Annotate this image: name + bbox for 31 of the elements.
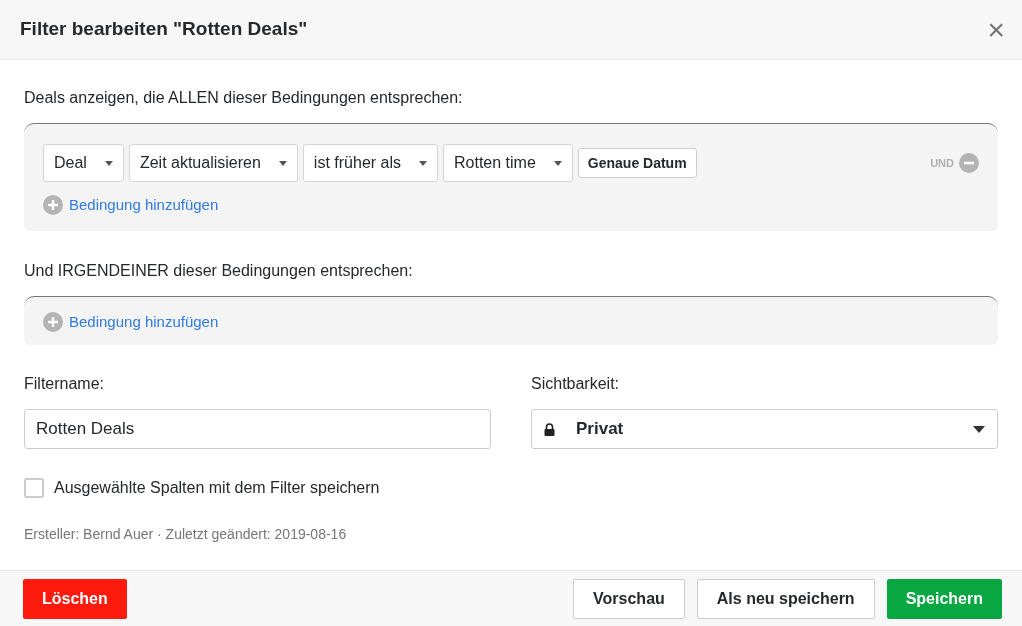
connector-label: UND (930, 155, 954, 171)
condition-select[interactable]: Rotten time (443, 144, 573, 182)
checkbox[interactable] (24, 478, 44, 498)
field-label: Filtername: (24, 374, 106, 394)
lock-icon (544, 422, 555, 436)
condition-select[interactable]: Zeit aktualisieren (128, 144, 298, 182)
remove-icon[interactable] (959, 153, 979, 173)
caret-icon (553, 160, 562, 166)
close-button[interactable]: × (987, 14, 1005, 45)
condition-select[interactable]: ist früher als (302, 144, 438, 182)
section-heading: Deals anzeigen, die ALLEN dieser Bedingungen entsprechen: (24, 88, 464, 108)
section-heading: Und IRGENDEINER dieser Bedingungen entsprechen: (24, 260, 414, 281)
caret-icon (973, 425, 985, 433)
plus-icon (43, 311, 63, 332)
exact-date-button[interactable]: Genaue Datum (577, 148, 697, 178)
checkbox-label: Ausgewählte Spalten mit dem Filter speichern (54, 478, 380, 498)
footer-button[interactable]: Als neu speichern (696, 578, 875, 619)
caret-icon (278, 160, 287, 166)
add-condition-link[interactable]: Bedingung hinzufügen (69, 194, 219, 217)
dialog-title: Filter bearbeiten "Rotten Deals" (20, 17, 308, 42)
visibility-select[interactable]: Privat (531, 409, 998, 449)
meta-info: Ersteller: Bernd Auer · Zuletzt geändert: 2019-08-16 (24, 525, 348, 544)
delete-button[interactable]: Löschen (23, 578, 127, 619)
caret-icon (104, 160, 113, 166)
caret-icon (419, 160, 427, 166)
plus-icon (43, 195, 63, 216)
footer-button[interactable]: Vorschau (573, 578, 685, 619)
filter-name-field[interactable]: Rotten Deals (24, 409, 491, 449)
condition-select[interactable]: Deal (43, 144, 124, 182)
add-condition-link[interactable]: Bedingung hinzufügen (69, 310, 219, 333)
field-label: Sichtbarkeit: (531, 374, 621, 394)
